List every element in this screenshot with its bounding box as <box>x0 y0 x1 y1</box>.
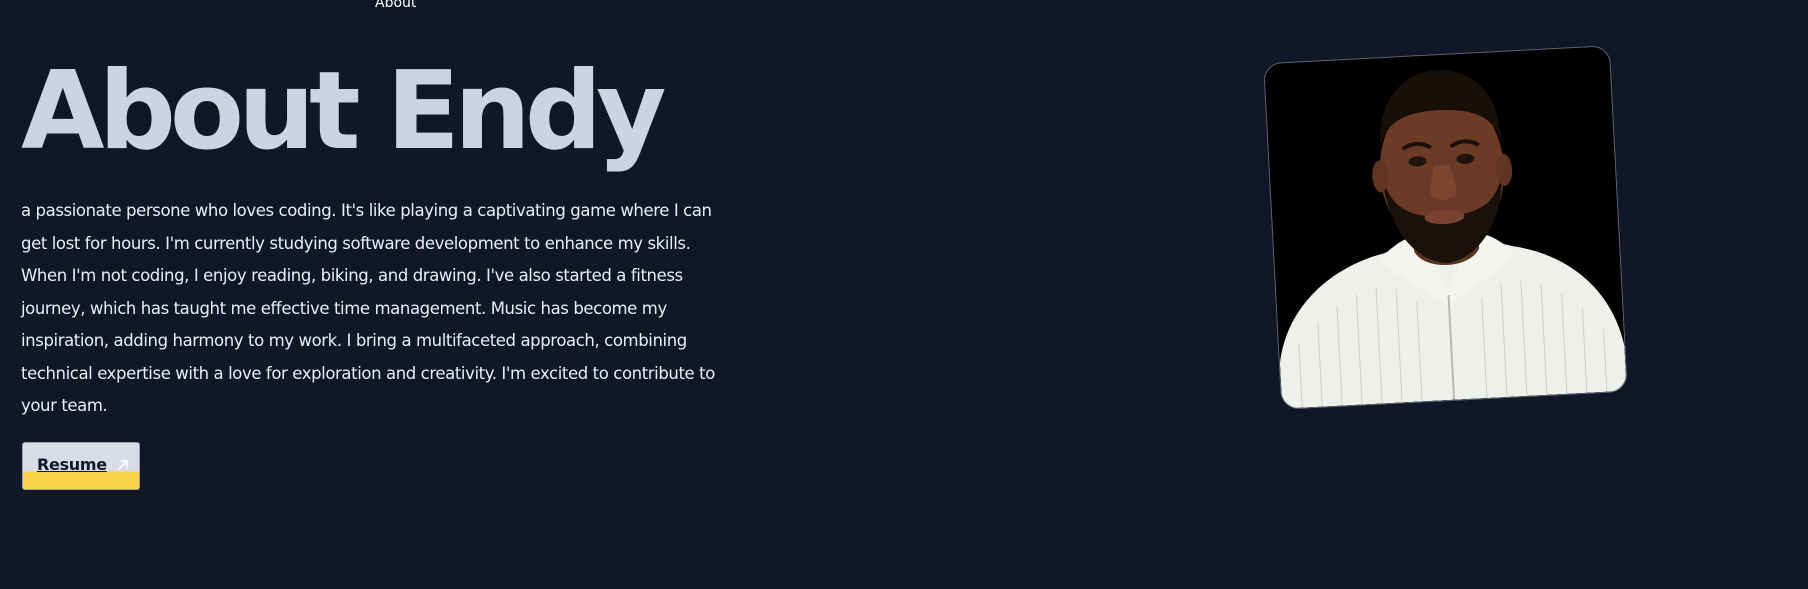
page-title: About Endy <box>21 49 667 174</box>
profile-photo <box>1263 45 1628 410</box>
resume-button[interactable]: Resume <box>22 442 140 490</box>
resume-button-label: Resume <box>37 455 107 474</box>
about-bio-text: a passionate persone who loves coding. I… <box>21 201 715 415</box>
nav-link-about[interactable]: About <box>375 0 416 11</box>
arrow-up-right-icon <box>115 457 131 473</box>
